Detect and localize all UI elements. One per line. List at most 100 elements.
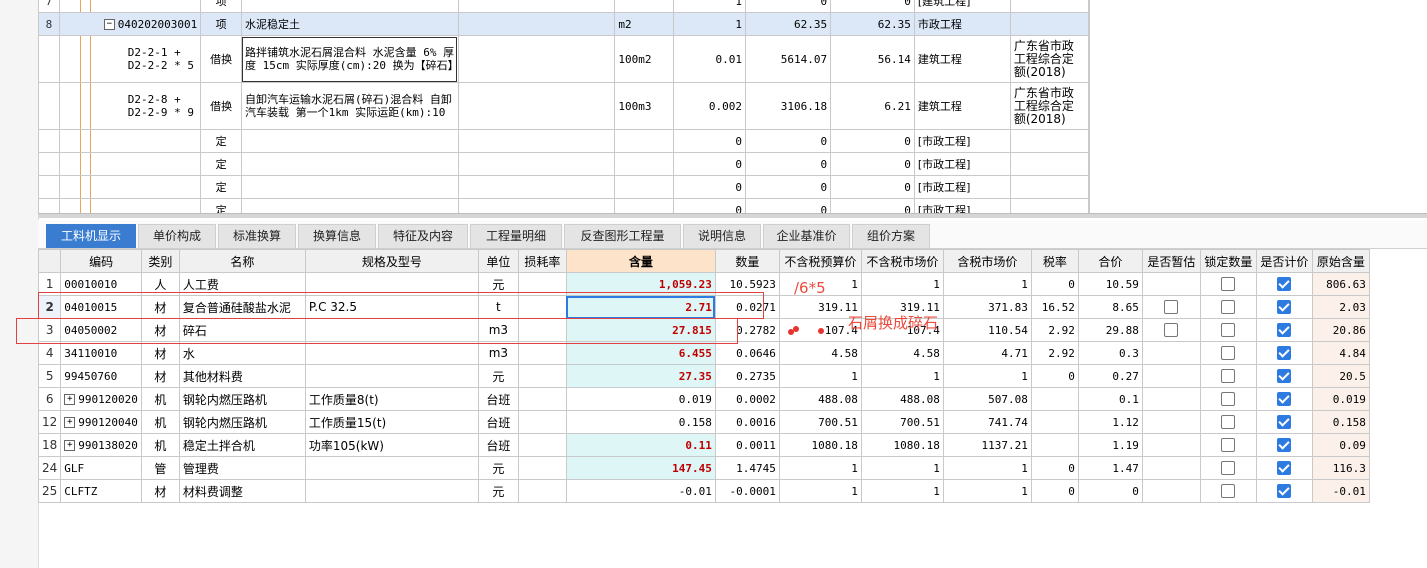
table-row[interactable]: 定 0 0 0 [市政工程] (38, 129, 1089, 153)
material-name[interactable]: 稳定土拌合机 (178, 433, 306, 457)
table-row[interactable]: 7 项 1 0 0 [建筑工程] (38, 0, 1089, 13)
col-loss-rate[interactable]: 损耗率 (517, 249, 567, 273)
table-row[interactable]: 定 0 0 0 [市政工程] (38, 175, 1089, 199)
material-spec[interactable]: 工作质量8(t) (304, 387, 479, 411)
col-tax-rate[interactable]: 税率 (1030, 249, 1079, 273)
quantity-value[interactable]: 0.0646 (714, 341, 780, 365)
col-budget-price[interactable]: 不含税预算价 (778, 249, 862, 273)
quota-name[interactable]: 路拌铺筑水泥石屑混合料 水泥含量 6% 厚度 15cm 实际厚度(cm):20 … (240, 35, 459, 83)
col-total[interactable]: 合价 (1077, 249, 1143, 273)
quantity-value[interactable]: 0.2735 (714, 364, 780, 388)
material-name[interactable]: 水 (178, 341, 306, 365)
is-priced-checkbox[interactable] (1277, 346, 1292, 361)
market-price[interactable]: 4.58 (860, 341, 944, 365)
material-name[interactable]: 其他材料费 (178, 364, 306, 388)
panel-splitter[interactable] (38, 213, 1427, 218)
market-price[interactable]: 488.08 (860, 387, 944, 411)
quantity-value[interactable]: 0.0016 (714, 410, 780, 434)
is-priced-checkbox[interactable] (1277, 438, 1292, 453)
table-row-selected[interactable]: 8 −040202003001 项 水泥稳定土 m2 1 62.35 62.35… (38, 12, 1089, 36)
collapse-icon[interactable]: − (103, 19, 115, 30)
material-spec[interactable] (304, 364, 479, 388)
content-value[interactable]: 0.019 (565, 387, 716, 411)
material-name[interactable]: 钢轮内燃压路机 (178, 410, 306, 434)
market-price[interactable]: 1 (860, 364, 944, 388)
market-price[interactable]: 1 (860, 456, 944, 480)
quantity-value[interactable]: 1.4745 (714, 456, 780, 480)
tab-labor-material-machine[interactable]: 工料机显示 (46, 224, 136, 248)
tab-conversion-info[interactable]: 换算信息 (298, 224, 376, 248)
col-name[interactable]: 名称 (178, 249, 306, 273)
quantity-value[interactable]: 0.0011 (714, 433, 780, 457)
is-priced-checkbox[interactable] (1277, 461, 1292, 476)
market-price[interactable]: 1 (860, 479, 944, 503)
col-tax-market-price[interactable]: 含税市场价 (942, 249, 1032, 273)
content-value[interactable]: 0.158 (565, 410, 716, 434)
is-priced-checkbox[interactable] (1277, 415, 1292, 430)
market-price[interactable]: 1 (860, 272, 944, 296)
market-price[interactable]: 1080.18 (860, 433, 944, 457)
col-lock-qty[interactable]: 锁定数量 (1199, 249, 1257, 273)
lock-qty-checkbox[interactable] (1221, 392, 1236, 407)
col-market-price[interactable]: 不含税市场价 (860, 249, 944, 273)
is-priced-checkbox[interactable] (1277, 277, 1292, 292)
col-estimated[interactable]: 是否暂估 (1141, 249, 1201, 273)
col-unit[interactable]: 单位 (477, 249, 519, 273)
table-row[interactable]: D2-2-8 + D2-2-9 * 9 借换 自卸汽车运输水泥石屑(碎石)混合料… (38, 82, 1089, 130)
material-spec[interactable] (304, 456, 479, 480)
tab-unit-price[interactable]: 单价构成 (138, 224, 216, 248)
tab-standard-conversion[interactable]: 标准换算 (218, 224, 296, 248)
lock-qty-checkbox[interactable] (1221, 323, 1236, 338)
table-row[interactable]: 24 GLF 管管理费元 147.45 1.4745 1 1 1 0 1.47 116.3 (37, 456, 1370, 480)
tab-quantity-detail[interactable]: 工程量明细 (470, 224, 562, 248)
quantity-value[interactable]: 0.0002 (714, 387, 780, 411)
table-row[interactable]: 定 0 0 0 [市政工程] (38, 152, 1089, 176)
content-value[interactable]: 6.455 (565, 341, 716, 365)
col-quantity[interactable]: 数量 (714, 249, 780, 273)
lock-qty-checkbox[interactable] (1221, 438, 1236, 453)
material-spec[interactable]: 工作质量15(t) (304, 410, 479, 434)
material-spec[interactable] (304, 341, 479, 365)
is-priced-checkbox[interactable] (1277, 484, 1292, 499)
lock-qty-checkbox[interactable] (1221, 484, 1236, 499)
expand-icon[interactable]: + (64, 440, 76, 451)
quota-name[interactable]: 自卸汽车运输水泥石屑(碎石)混合料 自卸汽车装载 第一个1km 实际运距(km)… (240, 82, 459, 130)
col-content[interactable]: 含量 (565, 249, 716, 273)
expand-icon[interactable]: + (64, 394, 76, 405)
is-priced-checkbox[interactable] (1277, 323, 1292, 338)
lock-qty-checkbox[interactable] (1221, 300, 1236, 315)
material-name[interactable]: 材料费调整 (178, 479, 306, 503)
lock-qty-checkbox[interactable] (1221, 415, 1236, 430)
material-name[interactable]: 钢轮内燃压路机 (178, 387, 306, 411)
lock-qty-checkbox[interactable] (1221, 346, 1236, 361)
content-value[interactable]: -0.01 (565, 479, 716, 503)
is-priced-checkbox[interactable] (1277, 300, 1292, 315)
table-row[interactable]: 25 CLFTZ 材材料费调整元 -0.01 -0.0001 1 1 1 0 0 -0.01 (37, 479, 1370, 503)
table-row[interactable]: 5 99450760 材其他材料费元 27.35 0.2735 1 1 1 0 0.27 20.5 (37, 364, 1370, 388)
estimated-checkbox[interactable] (1164, 323, 1179, 338)
col-category[interactable]: 类别 (140, 249, 180, 273)
col-spec[interactable]: 规格及型号 (304, 249, 479, 273)
quantity-value[interactable]: -0.0001 (714, 479, 780, 503)
table-row[interactable]: 18 +990138020 机稳定土拌合机 功率105(kW) 台班 0.11 0.0011… (37, 433, 1370, 457)
content-value[interactable]: 0.11 (565, 433, 716, 457)
estimated-checkbox[interactable] (1164, 300, 1179, 315)
material-spec[interactable]: 功率105(kW) (304, 433, 479, 457)
is-priced-checkbox[interactable] (1277, 392, 1292, 407)
tab-enterprise-price[interactable]: 企业基准价 (763, 224, 850, 248)
lock-qty-checkbox[interactable] (1221, 461, 1236, 476)
material-spec[interactable] (304, 479, 479, 503)
col-original-content[interactable]: 原始含量 (1311, 249, 1370, 273)
expand-icon[interactable]: + (64, 417, 76, 428)
table-row[interactable]: 4 34110010 材水 m3 6.455 0.0646 4.58 4.58 4.71 2.92… (37, 341, 1370, 365)
content-value[interactable]: 147.45 (565, 456, 716, 480)
col-is-priced[interactable]: 是否计价 (1255, 249, 1313, 273)
lock-qty-checkbox[interactable] (1221, 277, 1236, 292)
table-row[interactable]: D2-2-1 + D2-2-2 * 5 借换 路拌铺筑水泥石屑混合料 水泥含量 … (38, 35, 1089, 83)
tab-pricing-scheme[interactable]: 组价方案 (852, 224, 930, 248)
lock-qty-checkbox[interactable] (1221, 369, 1236, 384)
table-row[interactable]: 12 +990120040 机钢轮内燃压路机 工作质量15(t) 台班 0.158 0.00… (37, 410, 1370, 434)
is-priced-checkbox[interactable] (1277, 369, 1292, 384)
item-name[interactable]: 水泥稳定土 (240, 12, 459, 36)
col-code[interactable]: 编码 (60, 249, 142, 273)
